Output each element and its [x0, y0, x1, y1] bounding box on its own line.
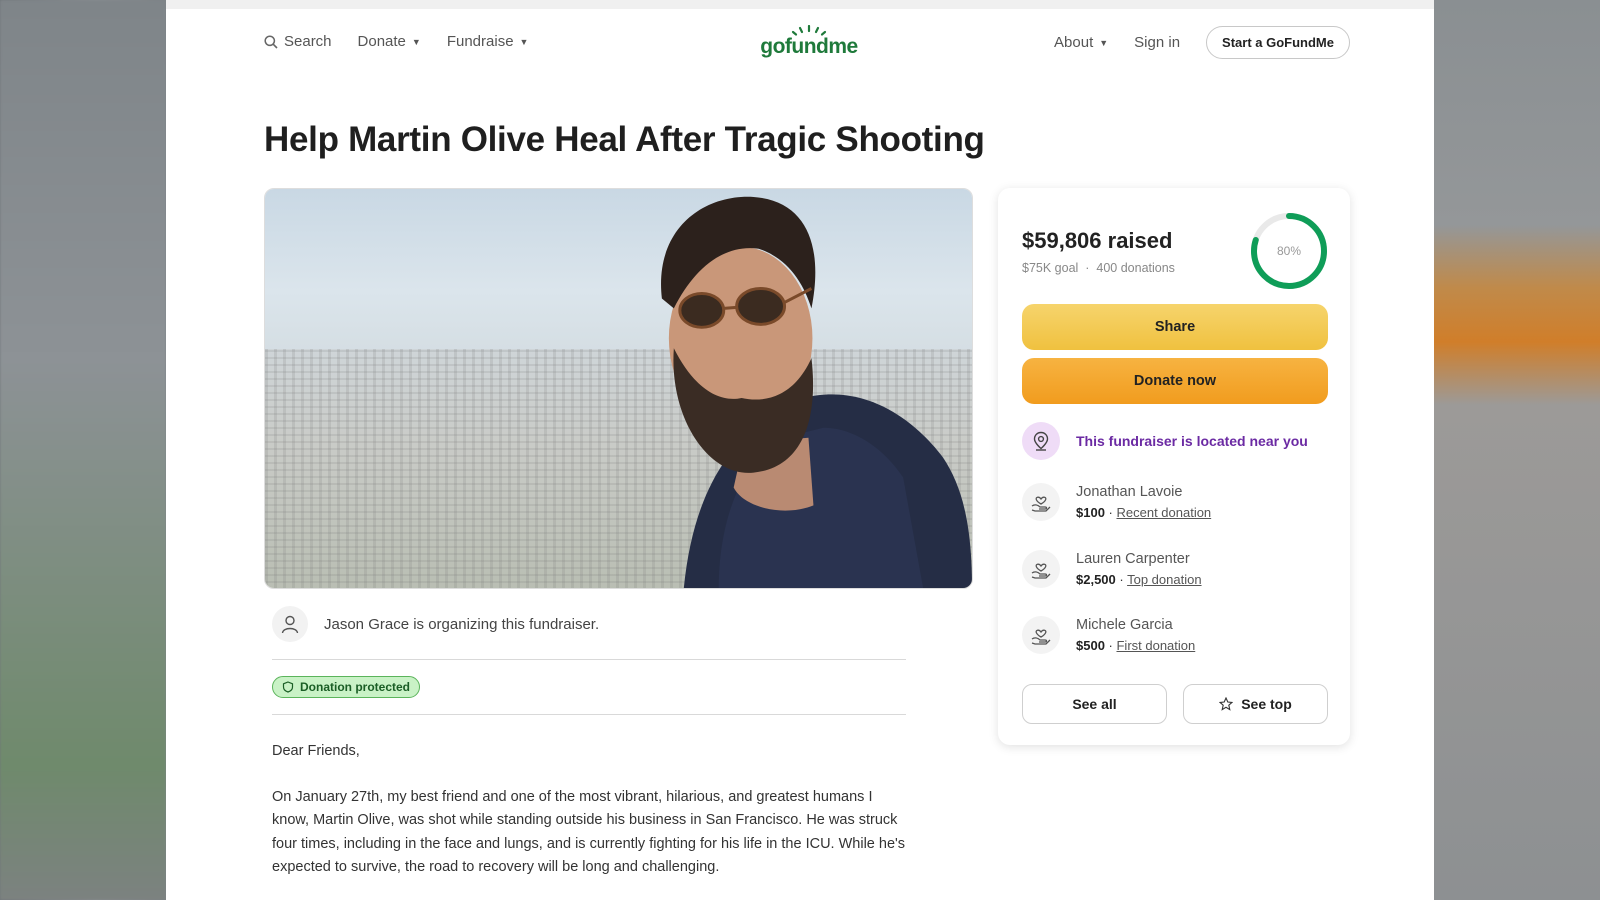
location-notice: This fundraiser is located near you: [1022, 422, 1308, 460]
organizer-avatar[interactable]: [272, 606, 308, 642]
nav-signin-label: Sign in: [1134, 34, 1181, 51]
goal-and-donations: $75K goal · 400 donations: [1022, 261, 1175, 275]
donation-count: 400 donations: [1096, 261, 1175, 275]
nav-left: Search Donate ▼ Fundraise ▼: [264, 33, 528, 50]
background-blur-left: [0, 0, 166, 900]
share-button[interactable]: Share: [1022, 304, 1328, 350]
gofundme-logo[interactable]: gofundme: [754, 25, 864, 59]
logo-text: gofundme: [760, 35, 858, 58]
donor-meta: $100 · Recent donation: [1076, 505, 1212, 520]
chevron-down-icon: ▼: [411, 36, 421, 47]
start-gofundme-button[interactable]: Start a GoFundMe: [1206, 26, 1350, 59]
search-icon: [264, 34, 278, 49]
top-navigation: Search Donate ▼ Fundraise ▼ gofundme Abo…: [166, 9, 1434, 69]
location-pin-badge: [1022, 422, 1060, 460]
donor-meta: $500 · First donation: [1076, 638, 1196, 653]
fundraiser-page: Search Donate ▼ Fundraise ▼ gofundme Abo…: [166, 0, 1434, 900]
nav-signin-link[interactable]: Sign in: [1134, 34, 1180, 51]
donor-meta: $2,500 · Top donation: [1076, 572, 1202, 587]
donor-icon-badge: [1022, 616, 1060, 654]
campaign-story: Dear Friends, On January 27th, my best f…: [272, 740, 912, 880]
donor-name: Michele Garcia: [1076, 617, 1173, 633]
nav-fundraise-menu[interactable]: Fundraise ▼: [447, 33, 529, 50]
donor-info: Lauren Carpenter $2,500 · Top donation: [1076, 551, 1202, 587]
nav-right: About ▼ Sign in Start a GoFundMe: [1054, 26, 1350, 59]
chevron-down-icon: ▼: [519, 36, 529, 47]
donation-card: $59,806 raised $75K goal · 400 donations…: [998, 188, 1350, 745]
location-pin-icon: [1033, 431, 1049, 451]
see-all-label: See all: [1072, 696, 1117, 712]
divider: [272, 714, 906, 715]
donor-amount: $500: [1076, 638, 1105, 653]
shield-icon: [282, 681, 294, 693]
sun-logo-icon: [791, 25, 827, 36]
hero-person-figure: [661, 196, 972, 588]
donor-row: Lauren Carpenter $2,500 · Top donation: [1022, 550, 1202, 588]
heart-hand-icon: [1031, 496, 1051, 512]
star-icon: [1219, 697, 1234, 711]
nav-about-label: About: [1054, 34, 1094, 51]
separator-dot: ·: [1085, 261, 1090, 275]
heart-hand-icon: [1031, 563, 1051, 579]
donor-info: Jonathan Lavoie $100 · Recent donation: [1076, 484, 1211, 520]
donor-tag-link[interactable]: Top donation: [1127, 572, 1201, 587]
nav-donate-menu[interactable]: Donate ▼: [358, 33, 421, 50]
goal-amount: $75K goal: [1022, 261, 1079, 275]
background-blur-right: [1434, 0, 1600, 900]
progress-ring: 80%: [1251, 213, 1327, 289]
see-top-label: See top: [1241, 696, 1292, 712]
divider: [272, 659, 906, 660]
donor-name: Jonathan Lavoie: [1076, 484, 1183, 500]
story-paragraph: Dear Friends,: [272, 743, 360, 759]
story-paragraph: On January 27th, my best friend and one …: [272, 788, 906, 876]
amount-raised: $59,806 raised: [1022, 228, 1173, 253]
nav-search-label: Search: [284, 33, 332, 50]
progress-percent: 80%: [1277, 244, 1301, 258]
nav-fundraise-label: Fundraise: [446, 33, 514, 50]
campaign-title: Help Martin Olive Heal After Tragic Shoo…: [264, 120, 985, 159]
protected-badge-label: Donation protected: [300, 680, 410, 694]
donor-row: Michele Garcia $500 · First donation: [1022, 616, 1195, 654]
heart-hand-icon: [1031, 629, 1051, 645]
donor-icon-badge: [1022, 550, 1060, 588]
nav-search[interactable]: Search: [264, 33, 332, 50]
see-top-button[interactable]: See top: [1183, 684, 1328, 724]
campaign-hero-image[interactable]: [264, 188, 973, 589]
donation-protected-badge[interactable]: Donation protected: [272, 676, 420, 698]
donor-tag-link[interactable]: First donation: [1116, 638, 1195, 653]
location-notice-text: This fundraiser is located near you: [1076, 433, 1308, 449]
chevron-down-icon: ▼: [1099, 37, 1109, 48]
user-icon: [281, 615, 299, 634]
nav-about-menu[interactable]: About ▼: [1054, 34, 1108, 51]
organizer-row: Jason Grace is organizing this fundraise…: [272, 606, 599, 642]
see-all-button[interactable]: See all: [1022, 684, 1167, 724]
donate-now-button[interactable]: Donate now: [1022, 358, 1328, 404]
donor-amount: $2,500: [1076, 572, 1116, 587]
organizer-text: Jason Grace is organizing this fundraise…: [324, 615, 600, 633]
top-strip: [166, 0, 1434, 9]
donor-row: Jonathan Lavoie $100 · Recent donation: [1022, 483, 1211, 521]
donor-amount: $100: [1076, 505, 1105, 520]
donor-info: Michele Garcia $500 · First donation: [1076, 617, 1195, 653]
donor-icon-badge: [1022, 483, 1060, 521]
donor-tag-link[interactable]: Recent donation: [1116, 505, 1211, 520]
nav-donate-label: Donate: [357, 33, 406, 50]
donor-name: Lauren Carpenter: [1076, 551, 1190, 567]
